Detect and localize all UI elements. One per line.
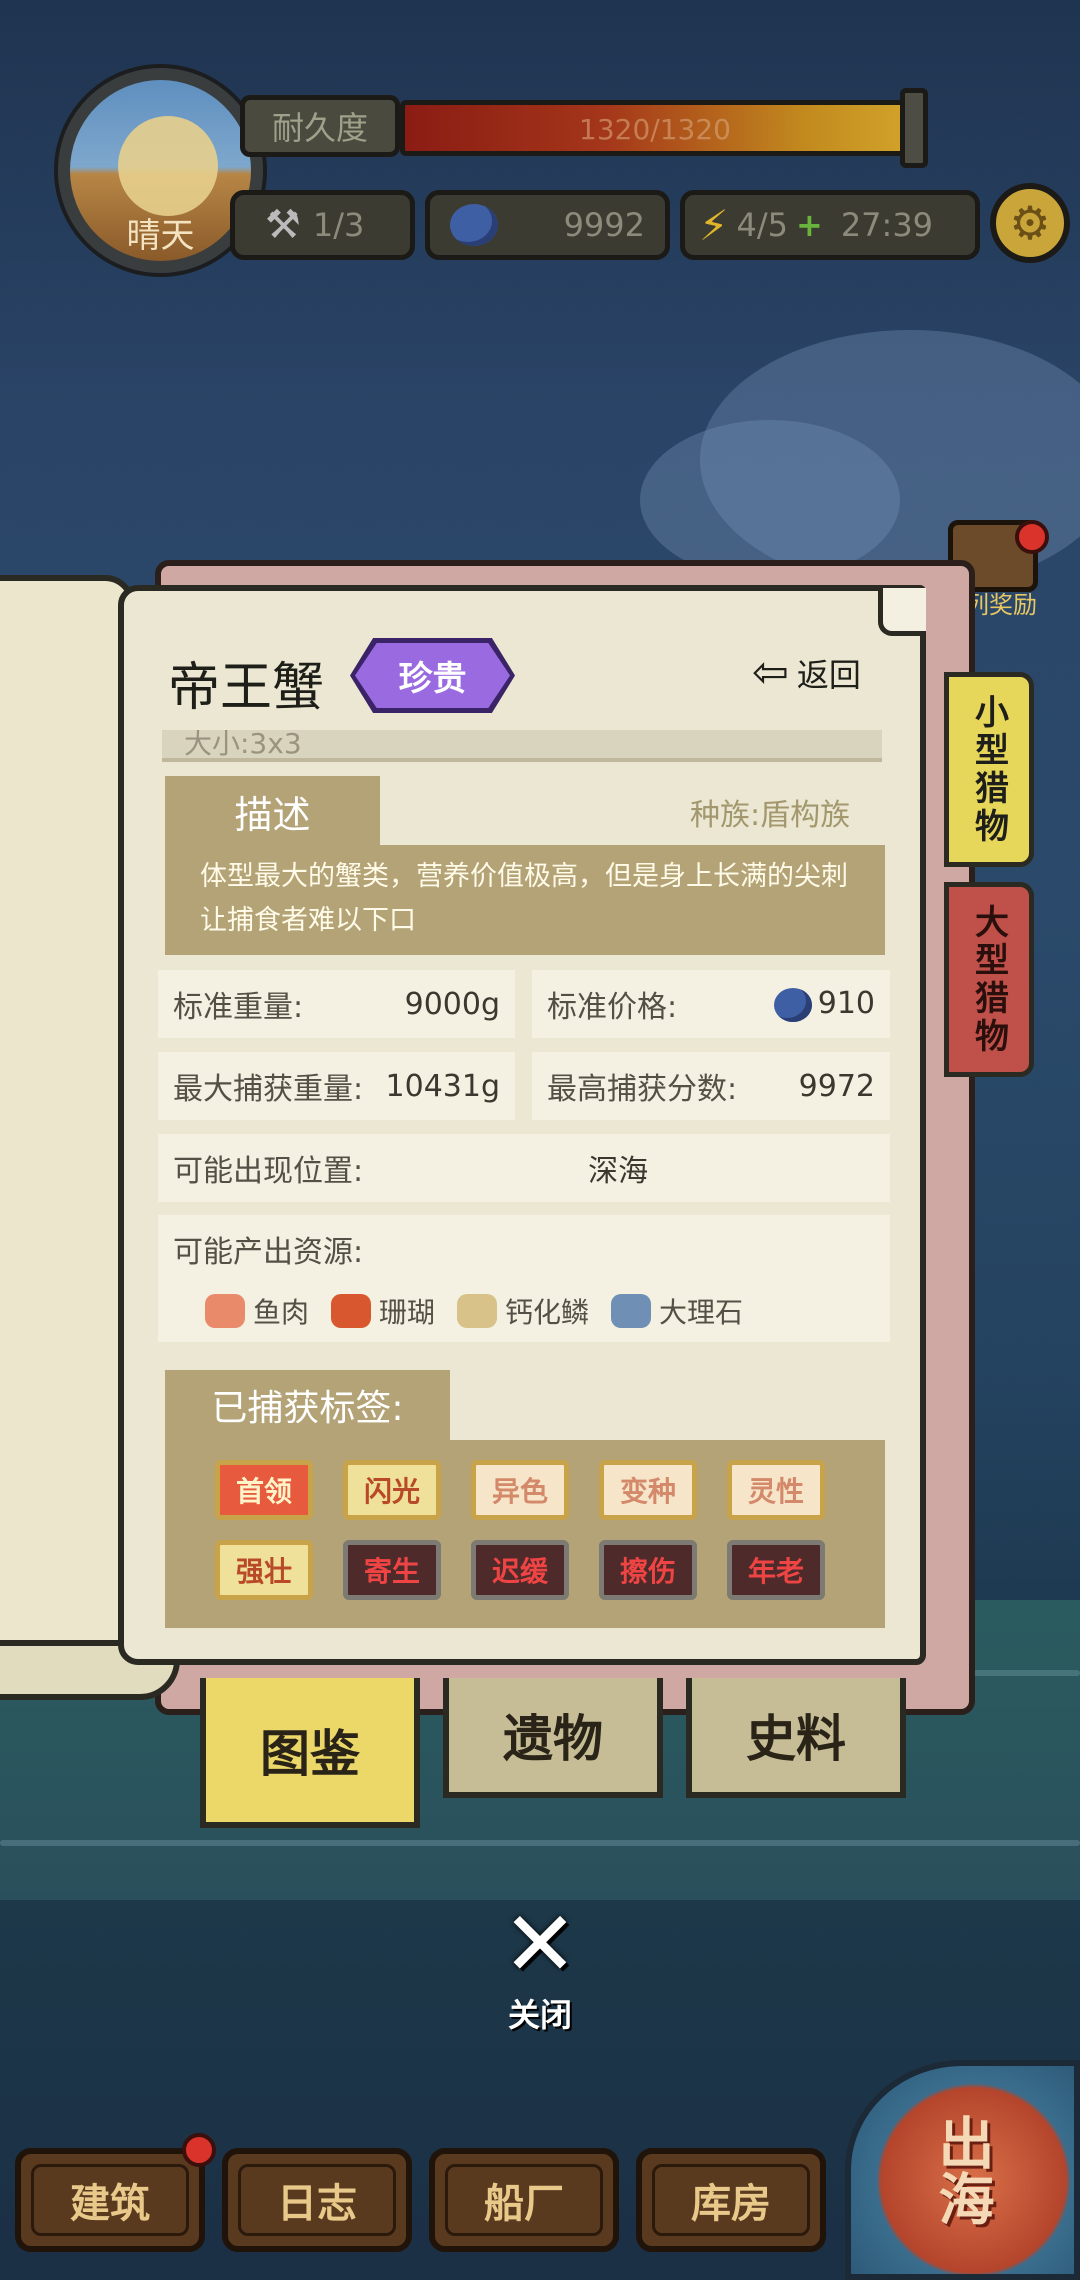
rarity-badge: 珍贵: [355, 643, 510, 708]
stat-value-wrap: 910: [773, 986, 875, 1022]
resource-item: 鱼肉: [205, 1291, 309, 1331]
description-header: 描述: [165, 776, 380, 846]
capture-tag[interactable]: 寄生: [343, 1540, 441, 1600]
size-text: 大小:3x3: [184, 730, 302, 760]
capture-tag[interactable]: 闪光: [343, 1460, 441, 1520]
stat-value: 910: [817, 986, 875, 1022]
tab-history[interactable]: 史料: [686, 1678, 906, 1798]
stat-label: 可能出现位置:: [173, 1154, 364, 1189]
crystal-coin-icon: [773, 987, 812, 1022]
back-arrow-icon: ⇦: [752, 647, 789, 698]
stat-value: 9972: [798, 1068, 875, 1104]
capture-tag[interactable]: 年老: [727, 1540, 825, 1600]
max-catch-weight: 最大捕获重量: 10431g: [158, 1052, 515, 1120]
book-left-page: [0, 575, 135, 1685]
resource-item: 大理石: [611, 1291, 743, 1331]
durability-bar: 1320/1320: [400, 100, 910, 156]
resource-item: 珊瑚: [331, 1291, 435, 1331]
tab-encyclopedia[interactable]: 图鉴: [200, 1678, 420, 1828]
tab-relics[interactable]: 遗物: [443, 1678, 663, 1798]
resource-label: 珊瑚: [379, 1296, 436, 1329]
capture-tag[interactable]: 强壮: [215, 1540, 313, 1600]
sun-icon: [118, 116, 218, 216]
nav-warehouse[interactable]: 库房: [636, 2148, 826, 2252]
stat-label: 标准价格:: [547, 990, 678, 1025]
creature-name: 帝王蟹: [168, 658, 325, 718]
salmon-icon: [205, 1294, 245, 1328]
possible-resources: 可能产出资源: 鱼肉 珊瑚 钙化鳞 大理石: [158, 1215, 890, 1342]
currency-value: 9992: [563, 206, 645, 244]
lightning-icon: ⚡: [699, 200, 729, 250]
stat-value: 9000g: [404, 986, 500, 1022]
species-label: 种族:盾构族: [690, 798, 851, 833]
energy-counter[interactable]: ⚡ 4/5 + 27:39: [680, 190, 980, 260]
coral-icon: [331, 1294, 372, 1328]
hammer-icon: ⚒: [265, 202, 301, 248]
resource-label: 大理石: [659, 1296, 744, 1329]
stat-value: 10431g: [385, 1068, 500, 1104]
resource-label: 鱼肉: [253, 1296, 310, 1329]
notification-dot: [1015, 520, 1049, 554]
resource-label: 钙化鳞: [505, 1296, 590, 1329]
page-curl: [878, 588, 926, 636]
notification-dot: [182, 2133, 216, 2167]
standard-weight: 标准重量: 9000g: [158, 970, 515, 1038]
energy-value: 4/5: [736, 206, 789, 244]
wave: [0, 1840, 1080, 1846]
add-energy-icon[interactable]: +: [796, 206, 823, 244]
stat-label: 最大捕获重量:: [173, 1072, 364, 1107]
nav-journal[interactable]: 日志: [222, 2148, 412, 2252]
set-sail-label: 出海: [929, 2114, 995, 2226]
currency-counter[interactable]: 9992: [425, 190, 670, 260]
nav-building[interactable]: 建筑: [15, 2148, 205, 2252]
close-button[interactable]: ✕ 关闭: [480, 1900, 600, 2036]
resources-label: 可能产出资源:: [173, 1235, 364, 1270]
captured-tags-panel: 首领 闪光 异色 变种 灵性强壮 寄生 迟缓 擦伤 年老: [165, 1440, 885, 1628]
tab-small-prey[interactable]: 小型猎物: [944, 672, 1034, 867]
marble-icon: [611, 1294, 652, 1328]
stat-value: 深海: [588, 1154, 649, 1189]
durability-bar-cap: [900, 88, 928, 168]
weather-label: 晴天: [126, 216, 195, 256]
capture-tag[interactable]: 灵性: [727, 1460, 825, 1520]
close-icon: ✕: [502, 1892, 578, 1997]
max-catch-score: 最高捕获分数: 9972: [532, 1052, 890, 1120]
tools-value: 1/3: [312, 206, 365, 244]
stat-label: 最高捕获分数:: [547, 1072, 738, 1107]
gear-icon[interactable]: ⚙: [990, 183, 1070, 263]
capture-tag[interactable]: 迟缓: [471, 1540, 569, 1600]
size-strip: 大小:3x3: [162, 730, 882, 762]
capture-tag[interactable]: 变种: [599, 1460, 697, 1520]
close-label: 关闭: [507, 1996, 572, 2034]
back-button[interactable]: ⇦ 返回: [752, 650, 861, 696]
durability-value: 1320/1320: [579, 113, 731, 146]
energy-timer: 27:39: [840, 206, 934, 244]
possible-location: 可能出现位置: 深海: [158, 1134, 890, 1202]
standard-price: 标准价格: 910: [532, 970, 890, 1038]
crystal-coin-icon: [450, 204, 498, 246]
shell-icon: [457, 1294, 498, 1328]
capture-tag[interactable]: 异色: [471, 1460, 569, 1520]
nav-shipyard[interactable]: 船厂: [429, 2148, 619, 2252]
chest-label: 列奖励: [965, 591, 1037, 619]
back-label: 返回: [796, 656, 861, 694]
resource-list: 鱼肉 珊瑚 钙化鳞 大理石: [173, 1291, 875, 1331]
tab-large-prey[interactable]: 大型猎物: [944, 882, 1034, 1077]
description-text: 体型最大的蟹类，营养价值极高，但是身上长满的尖刺让捕食者难以下口: [165, 845, 885, 955]
capture-tag[interactable]: 首领: [215, 1460, 313, 1520]
capture-tag[interactable]: 擦伤: [599, 1540, 697, 1600]
tools-counter[interactable]: ⚒ 1/3: [230, 190, 415, 260]
captured-tags-header: 已捕获标签:: [165, 1370, 450, 1440]
stat-label: 标准重量:: [173, 990, 304, 1025]
durability-label: 耐久度: [240, 95, 400, 157]
resource-item: 钙化鳞: [457, 1291, 589, 1331]
cloud: [640, 420, 900, 580]
set-sail-button[interactable]: 出海: [845, 2060, 1080, 2280]
